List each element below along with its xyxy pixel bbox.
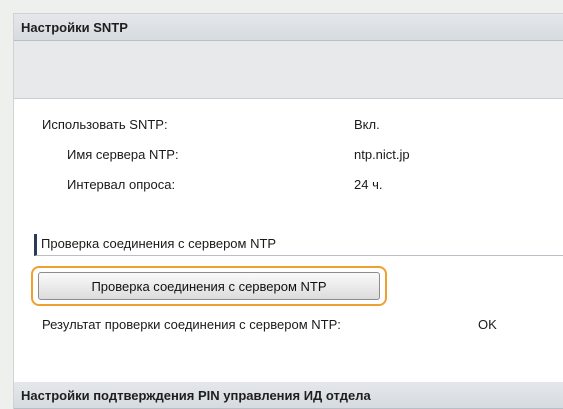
use-sntp-label: Использовать SNTP: xyxy=(42,117,168,132)
use-sntp-value: Вкл. xyxy=(354,117,380,132)
sntp-header-band xyxy=(14,41,563,99)
settings-panel: Настройки SNTP Использовать SNTP: Вкл. И… xyxy=(13,13,563,409)
polling-interval-value: 24 ч. xyxy=(354,177,383,192)
connection-result-label: Результат проверки соединения с сервером… xyxy=(42,317,341,332)
sntp-settings-header: Настройки SNTP xyxy=(14,14,563,41)
connection-result-value: OK xyxy=(478,317,497,332)
check-ntp-connection-button[interactable]: Проверка соединения с сервером NTP xyxy=(38,272,380,300)
ntp-server-name-value: ntp.nict.jp xyxy=(354,147,410,162)
connection-check-subheader: Проверка соединения с сервером NTP xyxy=(34,234,563,256)
pin-settings-header: Настройки подтверждения PIN управления И… xyxy=(14,382,563,409)
polling-interval-label: Интервал опроса: xyxy=(67,177,176,192)
ntp-server-name-label: Имя сервера NTP: xyxy=(67,147,179,162)
